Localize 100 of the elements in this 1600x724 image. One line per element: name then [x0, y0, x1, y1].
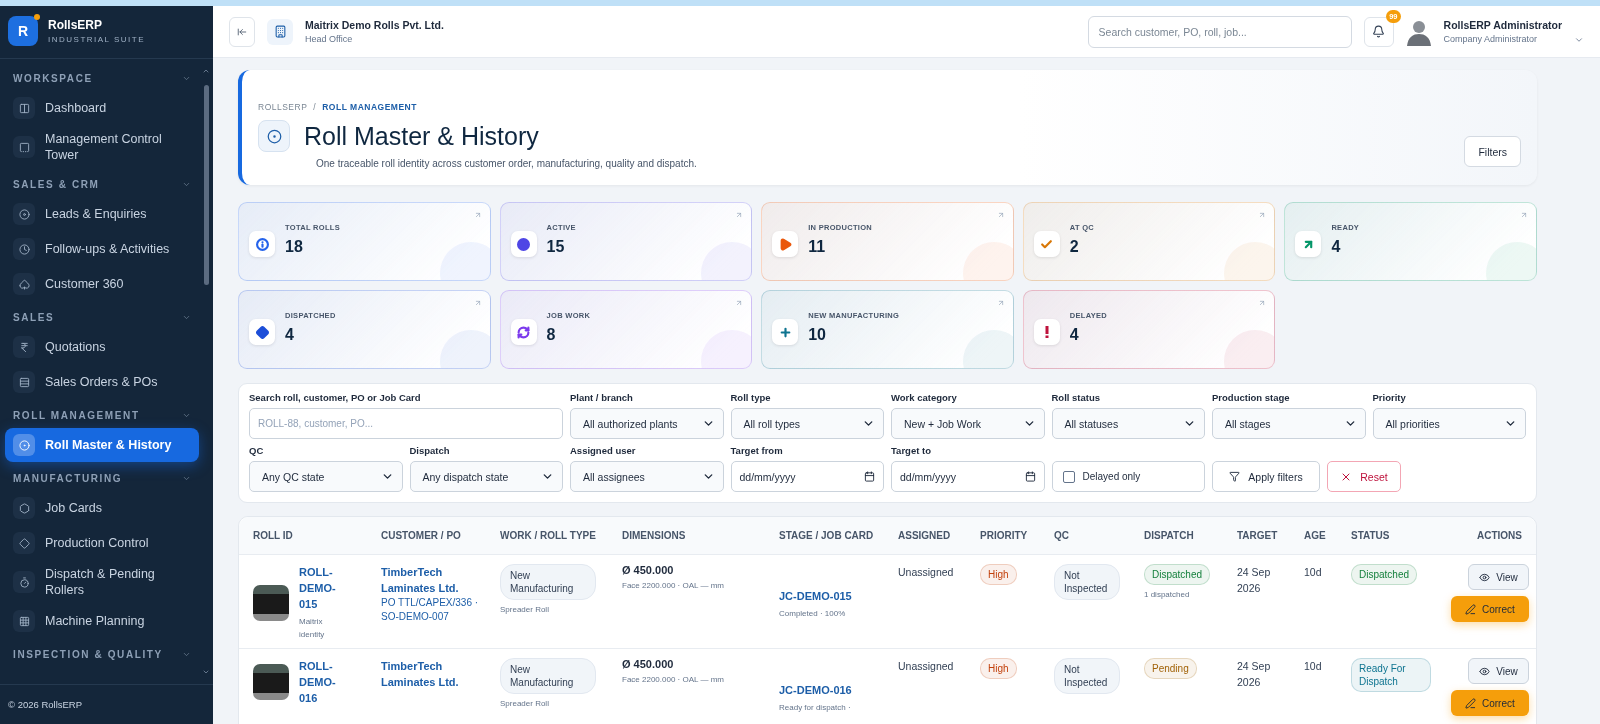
dispatch-note: 1 dispatched [1144, 589, 1191, 601]
chevron-down-icon[interactable] [182, 74, 191, 83]
nav-item[interactable]: Quotations [5, 330, 199, 364]
arrow-up-right-icon[interactable] [1520, 211, 1528, 219]
roll-type: Spreader Roll [500, 698, 550, 710]
chevron-down-icon[interactable] [182, 180, 191, 189]
diameter: Ø 450.000 [622, 658, 675, 670]
work-tag: New Manufacturing [500, 658, 596, 694]
stage-text: Completed · 100% [779, 608, 847, 620]
chevron-down-icon[interactable] [1574, 35, 1584, 45]
stat-value: 2 [1069, 238, 1080, 256]
filter-icon [1229, 471, 1241, 482]
nav-item[interactable]: Management Control Tower [5, 126, 199, 168]
field-label: Target from [730, 445, 784, 456]
calendar-icon [864, 471, 875, 482]
select-field[interactable]: All priorities [1372, 408, 1526, 439]
search-field[interactable]: ROLL-88, customer, PO... [249, 408, 563, 439]
column-header: WORK / ROLL TYPE [500, 530, 597, 541]
select-field[interactable]: Any QC state [249, 461, 403, 492]
stat-value: 18 [285, 238, 304, 256]
breadcrumb-link[interactable]: ROLLSERP [258, 102, 308, 112]
select-field[interactable]: New + Job Work [891, 408, 1045, 439]
job-card-link[interactable]: JC-DEMO-016 [779, 682, 898, 698]
hexagon-icon [18, 502, 30, 514]
customer-link[interactable]: TimberTech Laminates Ltd. [381, 564, 481, 596]
column-header: CUSTOMER / PO [381, 530, 462, 541]
roll-id-link[interactable]: ROLL-DEMO-015 [299, 564, 347, 612]
select-field[interactable]: All assignees [570, 461, 724, 492]
search-field[interactable]: Search customer, PO, roll, job... [1087, 15, 1352, 48]
nav-item[interactable]: Leads & Enquiries [5, 197, 199, 231]
target-date: 24 Sep 2026 [1237, 565, 1272, 596]
nav-item[interactable]: Customer 360 [5, 267, 199, 301]
arrow-up-right-icon[interactable] [473, 211, 482, 219]
stat-value: 4 [1331, 238, 1342, 256]
stat-value: 15 [546, 238, 566, 256]
rows-icon [18, 376, 30, 388]
chevron-down-icon[interactable] [182, 650, 191, 659]
arrow-up-right-icon[interactable] [1258, 211, 1267, 219]
stage-text: Ready for dispatch · [779, 702, 852, 714]
correct-button[interactable]: Correct [1451, 690, 1529, 716]
section-title: INSPECTION & QUALITY [13, 649, 163, 660]
column-header: DISPATCH [1144, 530, 1195, 541]
arrow-up-right-icon[interactable] [996, 211, 1005, 219]
date-field[interactable]: dd/mm/yyyy [891, 461, 1045, 492]
arrow-up-right-icon[interactable] [996, 299, 1005, 307]
roll-id-link[interactable]: ROLL-DEMO-016 [299, 658, 347, 706]
status-tag: Ready For Dispatch [1351, 658, 1431, 692]
select-field[interactable]: All statuses [1051, 408, 1205, 439]
nav-item[interactable]: Dispatch & Pending Rollers [5, 561, 199, 603]
diamond-icon [18, 537, 30, 549]
field-label: Roll status [1051, 392, 1102, 403]
view-button[interactable]: View [1468, 564, 1529, 590]
arrow-up-right-icon[interactable] [735, 299, 744, 307]
column-header: ROLL ID [253, 530, 294, 541]
apply-filters-button[interactable]: Apply filters [1212, 461, 1320, 492]
nav-item[interactable]: Machine Planning [5, 604, 199, 638]
view-button[interactable]: View [1468, 658, 1529, 684]
nav-item[interactable]: Sales Orders & POs [5, 365, 199, 399]
column-header: ASSIGNED [898, 530, 952, 541]
arrow-up-right-icon[interactable] [735, 211, 744, 219]
columns-icon [18, 102, 30, 114]
scroll-down-icon[interactable] [202, 668, 210, 676]
select-field[interactable]: Any dispatch state [409, 461, 563, 492]
chevron-down-icon[interactable] [182, 411, 191, 420]
section-title: MANUFACTURING [13, 473, 123, 484]
nav-item[interactable]: Production Control [5, 526, 199, 560]
user-role: Company Administrator [1443, 34, 1539, 44]
reset-button[interactable]: Reset [1327, 461, 1401, 492]
filters-button[interactable]: Filters [1464, 136, 1521, 167]
checkbox-field[interactable]: Delayed only [1051, 461, 1205, 492]
job-card-link[interactable]: JC-DEMO-015 [779, 588, 898, 604]
column-header: TARGET [1237, 530, 1279, 541]
breadcrumb-separator: / [313, 102, 317, 112]
breadcrumb-link[interactable]: ROLL MANAGEMENT [322, 102, 417, 112]
nav-item[interactable]: Follow-ups & Activities [5, 232, 199, 266]
scrollbar[interactable] [203, 67, 209, 676]
column-header: STATUS [1351, 530, 1391, 541]
correct-button[interactable]: Correct [1451, 596, 1529, 622]
stat-value: 8 [546, 326, 557, 344]
field-label: Assigned user [570, 445, 637, 456]
select-field[interactable]: All authorized plants [570, 408, 724, 439]
scroll-up-icon[interactable] [202, 67, 210, 75]
arrow-up-right-icon[interactable] [1258, 299, 1267, 307]
nav-item[interactable]: Job Cards [5, 491, 199, 525]
target-date: 24 Sep 2026 [1237, 659, 1272, 690]
chevron-down-icon[interactable] [182, 313, 191, 322]
select-field[interactable]: All stages [1212, 408, 1366, 439]
customer-link[interactable]: TimberTech Laminates Ltd. [381, 658, 481, 690]
target-icon [258, 120, 290, 152]
nav-item[interactable]: Dashboard [5, 91, 199, 125]
chevron-down-icon[interactable] [182, 474, 191, 483]
arrow-up-right-icon[interactable] [473, 299, 482, 307]
nav-item[interactable]: Roll Master & History [5, 428, 199, 462]
section-title: ROLL MANAGEMENT [13, 410, 140, 421]
date-field[interactable]: dd/mm/yyyy [730, 461, 884, 492]
page-title: Roll Master & History [304, 121, 539, 151]
select-field[interactable]: All roll types [730, 408, 884, 439]
roll-photo-placeholder [253, 584, 289, 621]
collapse-button[interactable] [229, 16, 255, 47]
disc-icon [18, 208, 30, 220]
